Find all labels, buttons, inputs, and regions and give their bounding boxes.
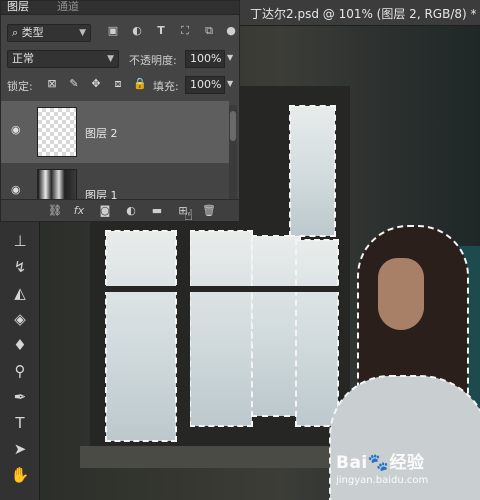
tab-layers[interactable]: 图层 bbox=[7, 0, 29, 14]
folder-icon[interactable]: ▬ bbox=[149, 203, 165, 219]
scrollbar-thumb[interactable] bbox=[230, 111, 236, 141]
panel-tab-strip: 图层 通道 bbox=[1, 0, 239, 15]
filter-kind-value: 类型 bbox=[21, 26, 44, 39]
layer-name[interactable]: 图层 1 bbox=[85, 187, 118, 199]
watermark-brand: Bai bbox=[336, 453, 368, 473]
document-tab-bar: 丁达尔2.psd @ 101% (图层 2, RGB/8) * bbox=[240, 0, 480, 26]
filter-toggle-icon[interactable]: ● bbox=[223, 24, 239, 38]
layer-thumbnail bbox=[37, 169, 77, 199]
window-sill bbox=[80, 446, 340, 468]
dodge-icon[interactable]: ⚲ bbox=[9, 360, 31, 382]
watermark-url: jingyan.baidu.com bbox=[336, 475, 429, 486]
adjustment-filter-icon[interactable]: ◐ bbox=[129, 24, 145, 38]
type-filter-icon[interactable]: T bbox=[153, 24, 169, 38]
layer-row-2[interactable]: ◉ 图层 2 bbox=[1, 101, 229, 163]
window-pane bbox=[105, 230, 177, 442]
fill-label: 填充: bbox=[153, 80, 179, 93]
blend-opacity-row: 正常 ▼ 不透明度: 100% ▼ bbox=[1, 47, 241, 71]
chevron-down-icon[interactable]: ▼ bbox=[227, 53, 233, 62]
lock-fill-row: 锁定: ⊠ ✎ ✥ ⧈ 🔒 填充: 100% ▼ bbox=[1, 73, 241, 97]
opacity-label: 不透明度: bbox=[129, 54, 177, 67]
fill-input[interactable]: 100% bbox=[185, 76, 225, 94]
shape-filter-icon[interactable]: ⛶ bbox=[177, 24, 193, 38]
chevron-down-icon: ▼ bbox=[107, 54, 114, 64]
chevron-down-icon: ▼ bbox=[79, 28, 86, 38]
window-pane bbox=[295, 239, 339, 427]
blur-icon[interactable]: ♦ bbox=[9, 334, 31, 356]
hand-icon[interactable]: ✋ bbox=[9, 464, 31, 486]
window-pane bbox=[251, 235, 301, 417]
layers-panel: 图层 通道 ⌕ 类型 ▼ ▣ ◐ T ⛶ ⧉ ● 正常 ▼ 不透明度: 100%… bbox=[0, 0, 240, 222]
blend-mode-select[interactable]: 正常 ▼ bbox=[7, 50, 119, 68]
filter-kind-select[interactable]: ⌕ 类型 ▼ bbox=[7, 24, 91, 42]
lock-position-icon[interactable]: ✥ bbox=[89, 77, 103, 91]
clone-stamp-icon[interactable]: ⊥ bbox=[9, 230, 31, 252]
type-icon[interactable]: T bbox=[9, 412, 31, 434]
chevron-down-icon[interactable]: ▼ bbox=[227, 79, 233, 88]
layer-name[interactable]: 图层 2 bbox=[85, 125, 118, 141]
window-pane bbox=[289, 105, 336, 237]
layer-row-1[interactable]: ◉ 图层 1 bbox=[1, 163, 229, 199]
watermark-brand-suffix: 经验 bbox=[389, 453, 425, 473]
paint-bucket-icon[interactable]: ◈ bbox=[9, 308, 31, 330]
lock-artboard-icon[interactable]: ⧈ bbox=[111, 77, 125, 91]
paw-icon: 🐾 bbox=[367, 453, 390, 473]
search-icon: ⌕ bbox=[12, 26, 22, 39]
hand-cursor-icon: ☝ bbox=[184, 206, 194, 224]
watermark: Bai🐾经验 jingyan.baidu.com bbox=[336, 448, 476, 494]
window-pane bbox=[189, 230, 253, 427]
window-transom bbox=[100, 286, 340, 292]
image-filter-icon[interactable]: ▣ bbox=[105, 24, 121, 38]
adjustment-layer-icon[interactable]: ◐ bbox=[123, 203, 139, 219]
link-icon[interactable]: ⛓ bbox=[47, 203, 63, 219]
layers-panel-footer: ⛓ fx ◙ ◐ ▬ ⊞ 🗑 bbox=[1, 199, 239, 221]
path-select-icon[interactable]: ➤ bbox=[9, 438, 31, 460]
eye-icon[interactable]: ◉ bbox=[11, 184, 25, 195]
watermark-logo: Bai🐾经验 bbox=[336, 448, 476, 473]
blend-mode-value: 正常 bbox=[12, 52, 34, 65]
lock-all-icon[interactable]: 🔒 bbox=[133, 77, 147, 91]
mask-icon[interactable]: ◙ bbox=[97, 203, 113, 219]
lock-label: 锁定: bbox=[7, 80, 33, 93]
lock-image-icon[interactable]: ✎ bbox=[67, 77, 81, 91]
layers-scrollbar[interactable] bbox=[229, 105, 237, 201]
eye-icon[interactable]: ◉ bbox=[11, 124, 25, 135]
fx-icon[interactable]: fx bbox=[71, 203, 87, 219]
person-face bbox=[378, 258, 424, 330]
layer-thumbnail bbox=[37, 107, 77, 157]
window-mullion bbox=[182, 216, 190, 446]
pen-icon[interactable]: ✒ bbox=[9, 386, 31, 408]
trash-icon[interactable]: 🗑 bbox=[201, 203, 217, 219]
eraser-icon[interactable]: ◭ bbox=[9, 282, 31, 304]
layer-filter-row: ⌕ 类型 ▼ ▣ ◐ T ⛶ ⧉ ● bbox=[1, 21, 241, 45]
history-brush-icon[interactable]: ↯ bbox=[9, 256, 31, 278]
lock-transparent-icon[interactable]: ⊠ bbox=[45, 77, 59, 91]
smart-object-filter-icon[interactable]: ⧉ bbox=[201, 24, 217, 38]
opacity-input[interactable]: 100% bbox=[185, 50, 225, 68]
tab-channels[interactable]: 通道 bbox=[57, 0, 79, 14]
tools-panel: ⊥ ↯ ◭ ◈ ♦ ⚲ ✒ T ➤ ✋ bbox=[0, 222, 40, 500]
document-tab[interactable]: 丁达尔2.psd @ 101% (图层 2, RGB/8) * bbox=[250, 5, 477, 22]
